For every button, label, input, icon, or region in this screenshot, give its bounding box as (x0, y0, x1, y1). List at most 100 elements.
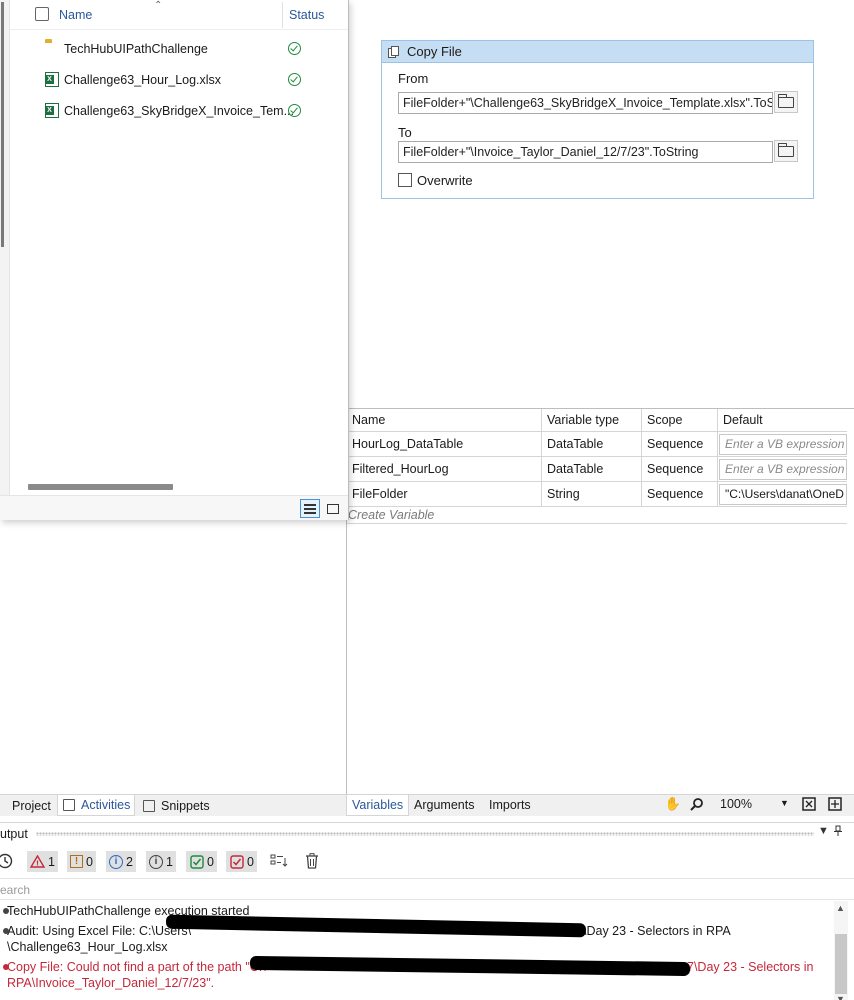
tab-snippets[interactable]: Snippets (138, 795, 218, 816)
divider (347, 523, 847, 524)
log-bullet-icon (3, 928, 9, 934)
column-divider[interactable] (282, 2, 283, 28)
trace-filter-button[interactable]: i 1 (146, 851, 176, 872)
success-check-icon (189, 854, 204, 869)
fit-to-screen-icon[interactable] (801, 796, 817, 812)
copy-file-activity[interactable]: Copy File From FileFolder+"\Challenge63_… (381, 40, 814, 199)
sort-list-icon[interactable] (270, 854, 288, 871)
col-default[interactable]: Default (718, 409, 847, 432)
name-column-header[interactable]: Name (59, 8, 92, 22)
excel-icon (45, 103, 59, 118)
scroll-up-icon[interactable]: ▲ (836, 903, 845, 913)
pin-icon[interactable] (833, 825, 843, 840)
log-error-icon (3, 964, 9, 970)
file-row[interactable]: Challenge63_Hour_Log.xlsx (10, 67, 348, 93)
col-variable-type[interactable]: Variable type (542, 409, 642, 432)
output-title: utput (0, 827, 28, 841)
variables-header: Name Variable type Scope Default (347, 409, 847, 432)
overwrite-checkbox[interactable] (398, 173, 412, 187)
tab-project[interactable]: Project (0, 795, 55, 816)
panel-menu-icon[interactable]: ▼ (818, 825, 829, 837)
variable-type[interactable]: String (542, 482, 642, 506)
info-filter-button[interactable]: i 2 (106, 851, 136, 872)
variable-default-field[interactable]: Enter a VB expression (719, 434, 847, 455)
tiles-view-icon (327, 503, 339, 514)
copy-file-icon (388, 45, 400, 58)
variable-scope[interactable]: Sequence (642, 432, 718, 456)
variable-row[interactable]: HourLog_DataTable DataTable Sequence Ent… (347, 432, 847, 457)
trace-icon: i (149, 854, 163, 869)
file-row[interactable]: Challenge63_SkyBridgeX_Invoice_Tem... (10, 98, 348, 124)
to-label: To (398, 125, 412, 140)
variable-type[interactable]: DataTable (542, 457, 642, 481)
folder-icon (777, 93, 794, 108)
file-explorer-window[interactable]: Name ⌃ Status TechHubUIPathChallenge Cha… (0, 0, 349, 520)
zoom-search-icon[interactable] (689, 796, 705, 812)
file-row[interactable]: TechHubUIPathChallenge (10, 36, 348, 62)
variable-default-field[interactable]: Enter a VB expression (719, 459, 847, 480)
log-text: Copy File: Could not find a part of the … (7, 960, 266, 974)
status-column-header[interactable]: Status (289, 8, 324, 22)
svg-text:!: ! (36, 860, 39, 868)
scrollbar-thumb[interactable] (835, 934, 847, 994)
output-search-input[interactable]: earch (0, 878, 854, 900)
sync-ok-icon (288, 42, 301, 55)
clear-trash-icon[interactable] (305, 853, 319, 872)
log-line-continued[interactable]: \Challenge63_Hour_Log.xlsx (7, 939, 168, 955)
from-browse-button[interactable] (774, 91, 798, 113)
errors-filter-button[interactable]: ! 1 (27, 851, 58, 872)
zoom-dropdown-icon[interactable]: ▼ (780, 798, 789, 808)
to-expression-field[interactable]: FileFolder+"\Invoice_Taylor_Daniel_12/7/… (398, 141, 773, 163)
fatal-filter-button[interactable]: 0 (226, 851, 257, 872)
col-scope[interactable]: Scope (642, 409, 718, 432)
snippets-icon (143, 799, 155, 812)
warning-icon: ! (70, 855, 83, 868)
file-name: TechHubUIPathChallenge (64, 42, 208, 56)
from-expression-field[interactable]: FileFolder+"\Challenge63_SkyBridgeX_Invo… (398, 92, 773, 114)
tab-activities[interactable]: Activities (57, 795, 135, 816)
select-all-checkbox[interactable] (35, 7, 49, 21)
tab-imports[interactable]: Imports (484, 795, 536, 816)
info-count: 2 (126, 854, 133, 869)
overwrite-label: Overwrite (417, 173, 473, 188)
zoom-level[interactable]: 100% (720, 797, 752, 811)
log-line-continued[interactable]: RPA\Invoice_Taylor_Daniel_12/7/23". (7, 975, 214, 991)
variable-name[interactable]: Filtered_HourLog (347, 457, 542, 481)
variable-type[interactable]: DataTable (542, 432, 642, 456)
fatal-count: 0 (247, 854, 254, 869)
tab-snippets-label: Snippets (161, 798, 210, 813)
copy-file-header[interactable]: Copy File (382, 41, 813, 63)
tab-activities-label: Activities (81, 798, 131, 812)
variable-row[interactable]: FileFolder String Sequence "C:\Users\dan… (347, 482, 847, 507)
excel-icon (45, 72, 59, 87)
tab-arguments[interactable]: Arguments (409, 795, 479, 816)
trace-count: 1 (166, 854, 173, 869)
verbose-filter-button[interactable]: 0 (186, 851, 217, 872)
details-view-icon (304, 503, 316, 514)
navigation-scrollbar[interactable] (1, 2, 4, 247)
tab-project-label: Project (12, 798, 51, 813)
log-text: Audit: Using Excel File: C:\Users\ (7, 924, 192, 938)
from-label: From (398, 71, 429, 86)
col-name[interactable]: Name (347, 409, 542, 432)
output-scrollbar[interactable]: ▲ ▼ (834, 901, 848, 1000)
warnings-filter-button[interactable]: ! 0 (67, 851, 96, 872)
tab-variables[interactable]: Variables (346, 795, 410, 816)
variable-name[interactable]: HourLog_DataTable (347, 432, 542, 456)
variable-default-field[interactable]: "C:\Users\danat\OneD (719, 484, 847, 505)
horizontal-scrollbar[interactable] (28, 484, 173, 490)
history-icon[interactable] (0, 853, 13, 872)
details-view-button[interactable] (300, 499, 320, 518)
scroll-down-icon[interactable]: ▼ (836, 994, 845, 1000)
variable-scope[interactable]: Sequence (642, 457, 718, 481)
panel-drag-handle[interactable] (36, 832, 814, 836)
large-icons-view-button[interactable] (323, 499, 343, 518)
copy-file-title: Copy File (407, 44, 462, 59)
variable-name[interactable]: FileFolder (347, 482, 542, 506)
hand-pan-icon[interactable]: ✋ (665, 796, 681, 812)
create-variable-link[interactable]: Create Variable (347, 508, 434, 522)
to-browse-button[interactable] (774, 140, 798, 162)
variable-row[interactable]: Filtered_HourLog DataTable Sequence Ente… (347, 457, 847, 482)
variable-scope[interactable]: Sequence (642, 482, 718, 506)
overview-icon[interactable] (827, 796, 843, 812)
